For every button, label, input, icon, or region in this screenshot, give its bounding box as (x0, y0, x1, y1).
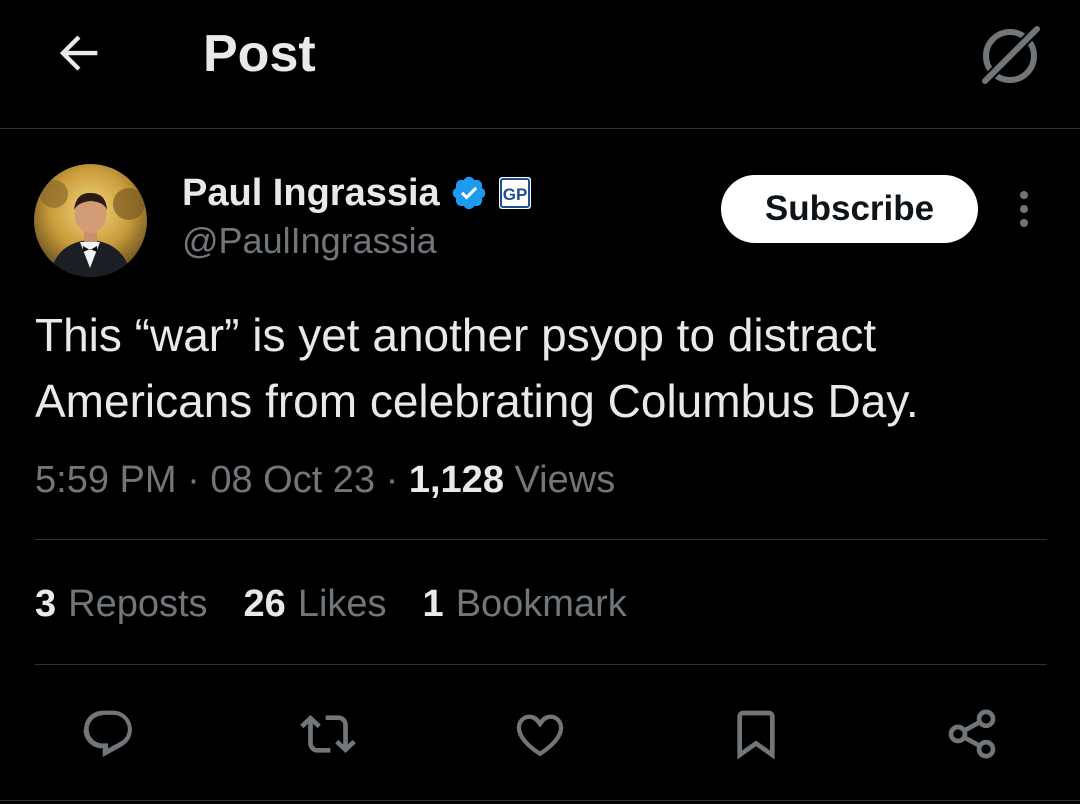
post-meta: 5:59 PM · 08 Oct 23 · 1,128 Views (35, 456, 615, 504)
reposts-stat[interactable]: 3 Reposts (35, 580, 208, 628)
reply-button[interactable] (76, 702, 140, 766)
author-handle[interactable]: @PaulIngrassia (182, 220, 437, 262)
page-title: Post (203, 25, 316, 83)
top-bar: Post (0, 0, 1080, 129)
post-text-line: Americans from celebrating Columbus Day. (35, 375, 919, 427)
author-name[interactable]: Paul Ingrassia (182, 172, 440, 215)
share-icon (948, 709, 996, 759)
subscribe-button[interactable]: Subscribe (721, 175, 978, 243)
author-name-row: Paul Ingrassia GP (182, 168, 532, 218)
bookmark-button[interactable] (724, 702, 788, 766)
affiliation-badge-label: GP (502, 185, 527, 204)
likes-count: 26 (243, 583, 286, 625)
avatar[interactable] (34, 164, 147, 277)
bookmark-icon (737, 710, 775, 760)
affiliation-badge[interactable]: GP (498, 176, 532, 210)
like-button[interactable] (508, 702, 572, 766)
post-time[interactable]: 5:59 PM (35, 459, 177, 501)
avatar-image (34, 164, 147, 277)
views-label: Views (514, 459, 616, 501)
bookmarks-stat[interactable]: 1 Bookmark (423, 580, 627, 628)
post-date[interactable]: 08 Oct 23 (210, 459, 375, 501)
grok-button[interactable] (974, 18, 1046, 90)
views-count: 1,128 (408, 459, 504, 501)
separator: · (176, 459, 211, 501)
reply-icon (83, 710, 132, 757)
divider (35, 664, 1047, 665)
bookmarks-count: 1 (422, 583, 444, 625)
post-text: This “war” is yet another psyop to distr… (35, 302, 1055, 434)
bookmarks-label: Bookmark (455, 583, 627, 625)
divider (0, 800, 1080, 801)
separator: · (375, 459, 409, 501)
repost-icon (300, 715, 356, 753)
repost-button[interactable] (296, 702, 360, 766)
engagement-stats: 3 Reposts 26 Likes 1 Bookmark (35, 580, 627, 628)
verified-badge-icon (450, 174, 488, 212)
post-text-line: This “war” is yet another psyop to distr… (35, 309, 877, 361)
grok-icon (981, 25, 1041, 85)
reposts-label: Reposts (68, 583, 208, 625)
back-button[interactable] (50, 22, 110, 82)
likes-stat[interactable]: 26 Likes (244, 580, 387, 628)
likes-label: Likes (297, 583, 387, 625)
share-button[interactable] (940, 702, 1004, 766)
arrow-left-icon (59, 35, 98, 71)
divider (35, 539, 1047, 540)
reposts-count: 3 (35, 583, 57, 625)
like-icon (516, 714, 564, 757)
more-options-button[interactable] (1006, 186, 1042, 232)
more-vertical-icon (1020, 191, 1028, 227)
